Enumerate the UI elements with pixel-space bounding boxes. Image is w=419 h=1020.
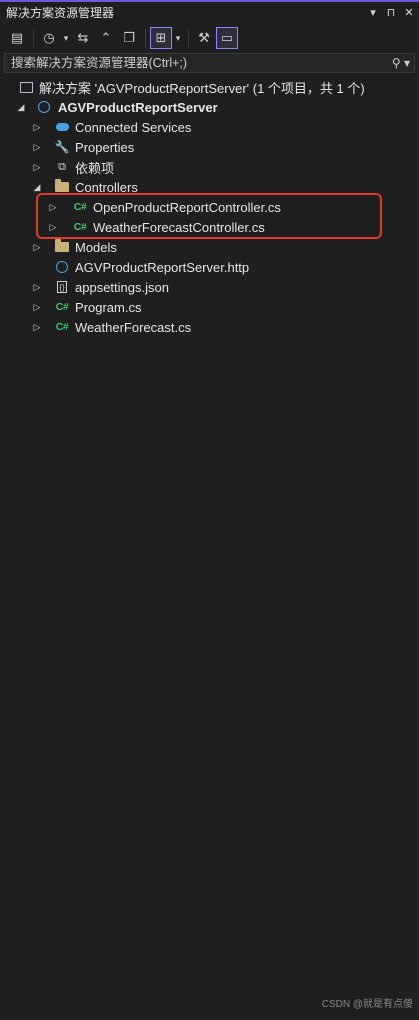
tree-item-properties[interactable]: ▷ 🔧 Properties <box>0 137 419 157</box>
window-title-bar: 解决方案资源管理器 ▾ ⊓ ✕ <box>0 0 419 22</box>
toolbar: ▤ ◷ ▾ ⇆ ⌃ ❐ ⊞ ▾ ⚒ ▭ <box>0 24 419 52</box>
csharp-file-icon: C# <box>73 201 87 213</box>
tree-item-weather-forecast[interactable]: ▷ C# WeatherForecast.cs <box>0 317 419 337</box>
chevron-down-icon[interactable]: ▾ <box>173 27 183 49</box>
tree-item-open-product-report-controller[interactable]: ▷ C# OpenProductReportController.cs <box>0 197 419 217</box>
show-all-files-icon[interactable]: ⊞ <box>150 27 172 49</box>
tree-item-label: Properties <box>75 139 135 155</box>
pin-icon[interactable]: ⊓ <box>383 6 399 19</box>
collapsed-arrow-icon[interactable]: ▷ <box>32 282 42 293</box>
preview-icon[interactable]: ▭ <box>216 27 238 49</box>
toolbar-separator <box>188 29 189 47</box>
collapsed-arrow-icon[interactable]: ▷ <box>32 302 42 313</box>
web-project-icon <box>36 99 52 115</box>
chevron-down-icon[interactable]: ▾ <box>61 27 71 49</box>
tree-item-label: 依赖项 <box>75 160 115 176</box>
tree-item-connected-services[interactable]: ▷ Connected Services <box>0 117 419 137</box>
tree-item-label: appsettings.json <box>75 279 169 295</box>
search-icon[interactable]: ⚲ ▾ <box>388 56 414 70</box>
expanded-arrow-icon[interactable]: ◢ <box>16 102 26 113</box>
window-title: 解决方案资源管理器 <box>6 5 115 20</box>
tree-item-controllers[interactable]: ◢ Controllers <box>0 177 419 197</box>
history-icon[interactable]: ◷ <box>38 27 60 49</box>
search-box: ⚲ ▾ <box>4 53 415 73</box>
wrench-icon: 🔧 <box>54 140 70 154</box>
tree-item-program[interactable]: ▷ C# Program.cs <box>0 297 419 317</box>
copy-icon[interactable]: ❐ <box>118 27 140 49</box>
collapsed-arrow-icon[interactable]: ▷ <box>32 322 42 333</box>
collapse-all-icon[interactable]: ⌃ <box>95 27 117 49</box>
folder-icon <box>54 179 70 195</box>
tree-item-label: AGVProductReportServer.http <box>75 259 250 275</box>
tree-item-label: Connected Services <box>75 119 192 135</box>
tree-item-http-file[interactable]: AGVProductReportServer.http <box>0 257 419 277</box>
collapsed-arrow-icon[interactable]: ▷ <box>32 142 42 153</box>
csharp-file-icon: C# <box>73 221 87 233</box>
dropdown-icon[interactable]: ▾ <box>365 6 381 19</box>
tree-item-appsettings[interactable]: ▷ {} appsettings.json <box>0 277 419 297</box>
cloud-icon <box>54 119 70 135</box>
tree-item-models[interactable]: ▷ Models <box>0 237 419 257</box>
tree-item-solution[interactable]: 解决方案 'AGVProductReportServer' (1 个项目，共 1… <box>0 77 419 97</box>
tree-item-label: WeatherForecastController.cs <box>93 219 265 235</box>
search-input[interactable] <box>5 55 388 71</box>
json-file-icon: {} <box>54 279 70 295</box>
watermark: CSDN @就是有点傻 <box>321 999 413 1010</box>
tree-item-label: Controllers <box>75 179 138 195</box>
solution-icon <box>18 79 34 95</box>
collapsed-arrow-icon[interactable]: ▷ <box>48 202 58 213</box>
http-file-icon <box>54 259 70 275</box>
tree-item-label: Models <box>75 239 117 255</box>
solution-tree: 解决方案 'AGVProductReportServer' (1 个项目，共 1… <box>0 77 419 337</box>
tree-item-project[interactable]: ◢ AGVProductReportServer <box>0 97 419 117</box>
switch-views-icon[interactable]: ▤ <box>6 27 28 49</box>
tree-item-dependencies[interactable]: ▷ ⧉ 依赖项 <box>0 157 419 177</box>
tree-item-label: AGVProductReportServer <box>58 99 218 115</box>
toolbar-separator <box>145 29 146 47</box>
tree-item-label: OpenProductReportController.cs <box>93 199 281 215</box>
folder-icon <box>54 239 70 255</box>
collapsed-arrow-icon[interactable]: ▷ <box>32 162 42 173</box>
expanded-arrow-icon[interactable]: ◢ <box>32 182 42 193</box>
close-icon[interactable]: ✕ <box>401 6 417 19</box>
properties-icon[interactable]: ⚒ <box>193 27 215 49</box>
toolbar-separator <box>33 29 34 47</box>
collapsed-arrow-icon[interactable]: ▷ <box>32 242 42 253</box>
collapsed-arrow-icon[interactable]: ▷ <box>48 222 58 233</box>
sync-icon[interactable]: ⇆ <box>72 27 94 49</box>
csharp-file-icon: C# <box>55 321 69 333</box>
tree-item-weather-forecast-controller[interactable]: ▷ C# WeatherForecastController.cs <box>0 217 419 237</box>
dependencies-icon: ⧉ <box>58 160 66 173</box>
tree-item-label: 解决方案 'AGVProductReportServer' (1 个项目，共 1… <box>39 80 365 96</box>
tree-item-label: Program.cs <box>75 299 142 315</box>
csharp-file-icon: C# <box>55 301 69 313</box>
collapsed-arrow-icon[interactable]: ▷ <box>32 122 42 133</box>
tree-item-label: WeatherForecast.cs <box>75 319 192 335</box>
